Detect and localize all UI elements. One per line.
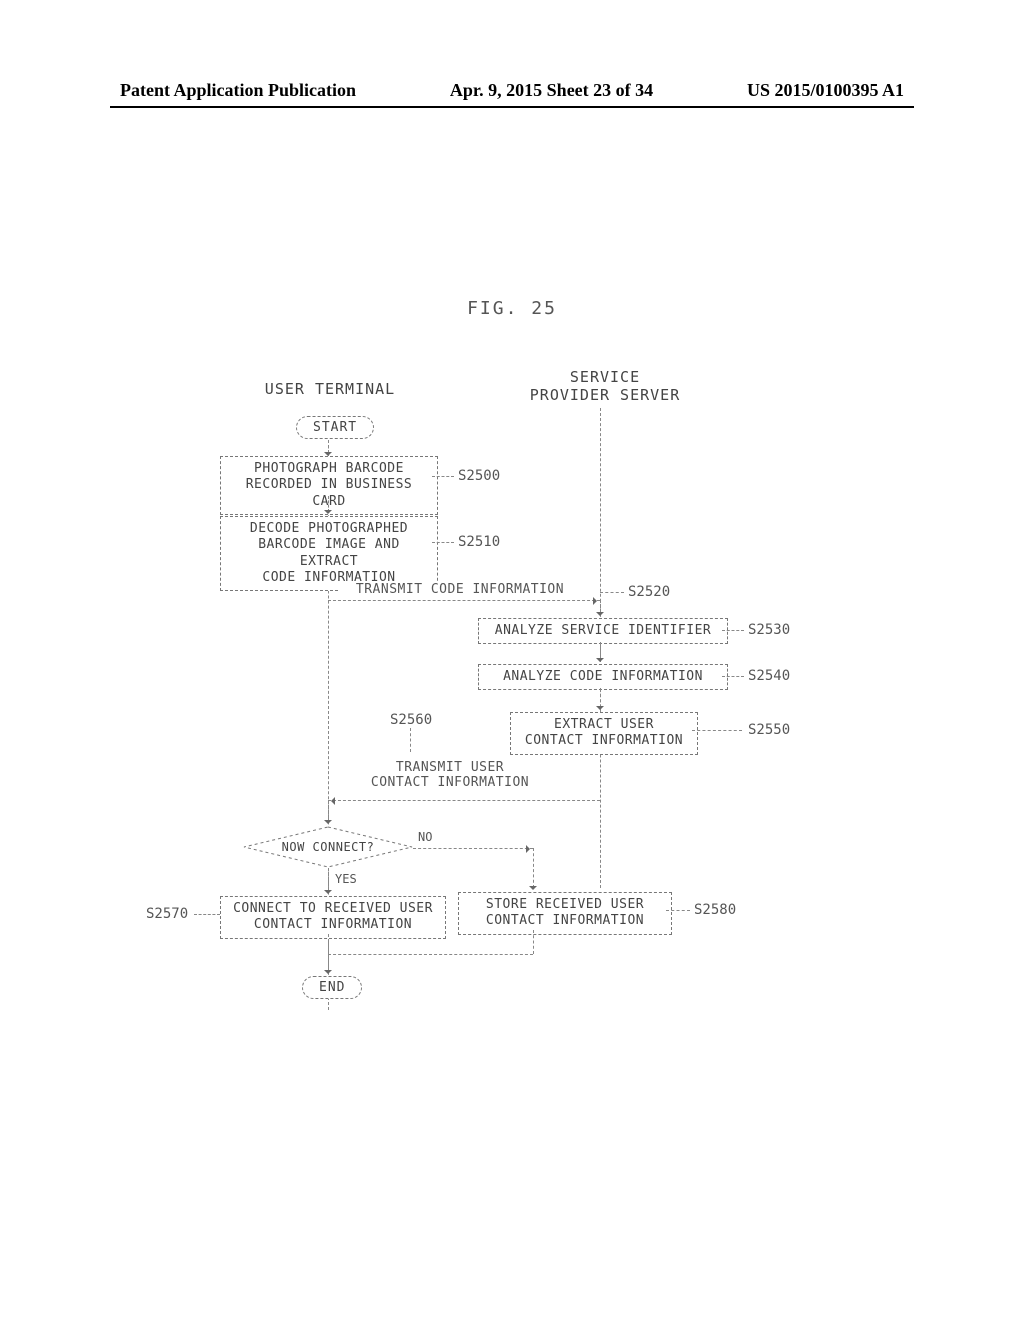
figure-label: FIG. 25 bbox=[0, 298, 1024, 319]
step-label-s2500: S2500 bbox=[458, 468, 500, 484]
step-s2540: ANALYZE CODE INFORMATION bbox=[478, 664, 728, 690]
leader-line bbox=[194, 914, 220, 915]
message-arrow-right bbox=[328, 600, 600, 601]
leader-line bbox=[600, 592, 624, 593]
connector bbox=[600, 688, 601, 708]
step-label-s2560: S2560 bbox=[390, 712, 432, 728]
step-label-s2550: S2550 bbox=[748, 722, 790, 738]
step-label-s2510: S2510 bbox=[458, 534, 500, 550]
header-rule bbox=[110, 106, 914, 108]
header-center: Apr. 9, 2015 Sheet 23 of 34 bbox=[450, 80, 653, 101]
step-s2570: CONNECT TO RECEIVED USER CONTACT INFORMA… bbox=[220, 896, 446, 939]
step-s2500: PHOTOGRAPH BARCODE RECORDED IN BUSINESS … bbox=[220, 456, 438, 515]
terminator-end: END bbox=[302, 976, 362, 999]
decision-now-connect: NOW CONNECT? bbox=[243, 826, 413, 868]
connector bbox=[328, 868, 329, 892]
connector bbox=[328, 800, 329, 822]
page-header: Patent Application Publication Apr. 9, 2… bbox=[120, 80, 904, 101]
msg-label-s2520: TRANSMIT CODE INFORMATION bbox=[340, 582, 580, 597]
leader-line bbox=[722, 630, 744, 631]
leader-line bbox=[692, 730, 742, 731]
decision-text: NOW CONNECT? bbox=[243, 826, 413, 868]
message-arrow-left bbox=[328, 800, 600, 801]
leader-line bbox=[432, 476, 454, 477]
merge-line bbox=[328, 954, 533, 955]
msg-label-s2560: TRANSMIT USER CONTACT INFORMATION bbox=[350, 760, 550, 790]
step-label-s2520: S2520 bbox=[628, 584, 670, 600]
header-left: Patent Application Publication bbox=[120, 80, 356, 101]
branch-no-label: NO bbox=[418, 830, 432, 844]
swimlane-user-label: USER TERMINAL bbox=[260, 380, 400, 398]
leader-line bbox=[722, 676, 744, 677]
no-branch-line bbox=[413, 848, 533, 849]
step-label-s2530: S2530 bbox=[748, 622, 790, 638]
leader-line bbox=[410, 728, 411, 752]
branch-yes-label: YES bbox=[335, 872, 357, 886]
step-s2580: STORE RECEIVED USER CONTACT INFORMATION bbox=[458, 892, 672, 935]
header-right: US 2015/0100395 A1 bbox=[747, 80, 904, 101]
step-s2550: EXTRACT USER CONTACT INFORMATION bbox=[510, 712, 698, 755]
connector bbox=[533, 930, 534, 954]
step-s2530: ANALYZE SERVICE IDENTIFIER bbox=[478, 618, 728, 644]
step-label-s2540: S2540 bbox=[748, 668, 790, 684]
leader-line bbox=[666, 910, 690, 911]
terminator-start: START bbox=[296, 416, 374, 439]
step-label-s2570: S2570 bbox=[146, 906, 188, 922]
leader-line bbox=[432, 542, 454, 543]
connector bbox=[328, 934, 329, 972]
swimlane-server-label: SERVICE PROVIDER SERVER bbox=[505, 368, 705, 404]
step-s2510: DECODE PHOTOGRAPHED BARCODE IMAGE AND EX… bbox=[220, 516, 438, 591]
page: Patent Application Publication Apr. 9, 2… bbox=[0, 0, 1024, 1320]
step-label-s2580: S2580 bbox=[694, 902, 736, 918]
connector bbox=[533, 848, 534, 888]
